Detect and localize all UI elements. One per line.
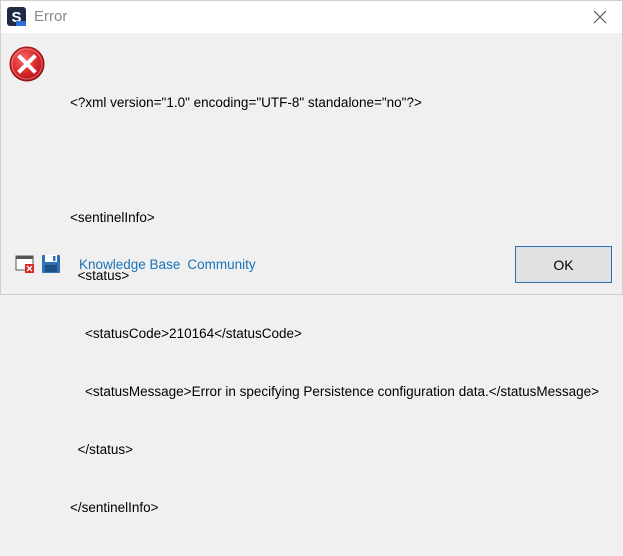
message-line: <statusMessage>Error in specifying Persi… bbox=[70, 384, 600, 400]
message-line: <?xml version="1.0" encoding="UTF-8" sta… bbox=[70, 94, 422, 110]
ok-button[interactable]: OK bbox=[515, 246, 612, 283]
error-icon bbox=[9, 46, 45, 82]
message-line: <sentinelInfo> bbox=[70, 210, 155, 226]
title-bar[interactable]: S Error bbox=[1, 1, 622, 33]
footer-links: Knowledge Base Community bbox=[79, 257, 256, 272]
error-dialog: S Error <?xml version="1.0" encoding="UT… bbox=[0, 0, 623, 515]
close-button[interactable] bbox=[580, 1, 620, 33]
window-screenshot-icon[interactable] bbox=[15, 254, 35, 274]
window-title: Error bbox=[34, 8, 68, 25]
community-link[interactable]: Community bbox=[187, 257, 255, 272]
sentinel-app-icon: S bbox=[7, 7, 26, 26]
error-message: <?xml version="1.0" encoding="UTF-8" sta… bbox=[70, 54, 599, 556]
message-line: </status> bbox=[70, 441, 134, 457]
message-line: </sentinelInfo> bbox=[70, 499, 159, 515]
message-line: <statusCode>210164</statusCode> bbox=[70, 326, 302, 342]
knowledge-base-link[interactable]: Knowledge Base bbox=[79, 257, 180, 272]
save-icon[interactable] bbox=[41, 254, 61, 274]
footer-icon-group bbox=[15, 254, 61, 274]
close-icon bbox=[593, 10, 607, 24]
message-line bbox=[70, 150, 599, 169]
